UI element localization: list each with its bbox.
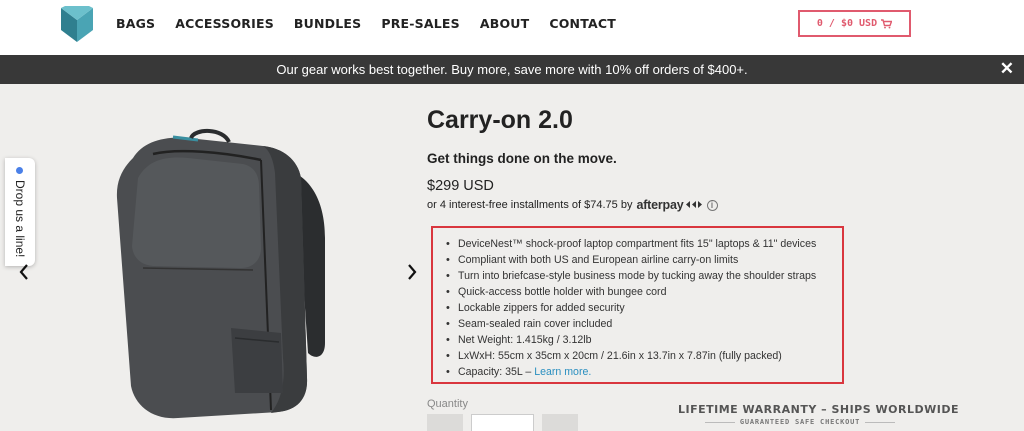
feature-item: LxWxH: 55cm x 35cm x 20cm / 21.6in x 13.… — [443, 348, 832, 364]
nav-about[interactable]: ABOUT — [480, 16, 530, 31]
carousel-prev-arrow-icon[interactable] — [19, 263, 29, 286]
brand-logo[interactable] — [61, 6, 93, 42]
divider-right — [865, 421, 896, 423]
site-header: BAGS ACCESSORIES BUNDLES PRE-SALES ABOUT… — [0, 0, 1024, 55]
feature-item: Quick-access bottle holder with bungee c… — [443, 284, 832, 300]
nav-accessories[interactable]: ACCESSORIES — [175, 16, 274, 31]
features-list: DeviceNest™ shock-proof laptop compartme… — [443, 236, 832, 380]
main-nav: BAGS ACCESSORIES BUNDLES PRE-SALES ABOUT… — [116, 16, 636, 31]
status-dot-icon — [16, 167, 23, 174]
afterpay-label: afterpay — [636, 198, 684, 212]
learn-more-link[interactable]: Learn more. — [534, 366, 591, 378]
feature-item: Seam-sealed rain cover included — [443, 316, 832, 332]
feedback-tab[interactable]: Drop us a line! — [5, 158, 35, 266]
feedback-tab-label: Drop us a line! — [13, 180, 27, 258]
feature-item: Lockable zippers for added security — [443, 300, 832, 316]
safe-checkout-label: GUARANTEED SAFE CHECKOUT — [739, 418, 861, 426]
nav-pre-sales[interactable]: PRE-SALES — [381, 16, 460, 31]
promo-text: Our gear works best together. Buy more, … — [276, 62, 748, 77]
info-icon[interactable]: i — [706, 199, 718, 211]
carousel-next-arrow-icon[interactable] — [407, 263, 417, 286]
close-icon[interactable]: ✕ — [1000, 59, 1014, 79]
installments-text: or 4 interest-free installments of $74.7… — [427, 199, 633, 211]
feature-item: Compliant with both US and European airl… — [443, 252, 832, 268]
nav-bags[interactable]: BAGS — [116, 16, 155, 31]
capacity-text: Capacity: 35L – — [458, 366, 532, 378]
quantity-increment-button[interactable] — [542, 414, 578, 431]
quantity-decrement-button[interactable] — [427, 414, 463, 431]
nav-bundles[interactable]: BUNDLES — [294, 16, 361, 31]
feature-item: DeviceNest™ shock-proof laptop compartme… — [443, 236, 832, 252]
afterpay-arrows-icon — [685, 201, 702, 208]
product-subtitle: Get things done on the move. — [427, 151, 617, 166]
product-image-backpack[interactable] — [103, 128, 343, 423]
quantity-label: Quantity — [427, 398, 468, 410]
cart-label: 0 / $0 USD — [816, 18, 878, 29]
features-list-box: DeviceNest™ shock-proof laptop compartme… — [431, 226, 844, 384]
cart-icon — [881, 18, 893, 28]
cart-button[interactable]: 0 / $0 USD — [798, 10, 911, 37]
product-title: Carry-on 2.0 — [427, 106, 573, 134]
feature-item: Turn into briefcase-style business mode … — [443, 268, 832, 284]
promo-banner: Our gear works best together. Buy more, … — [0, 55, 1024, 84]
feature-item: Net Weight: 1.415kg / 3.12lb — [443, 332, 832, 348]
feature-item-capacity: Capacity: 35L – Learn more. — [443, 364, 832, 380]
installments-line: or 4 interest-free installments of $74.7… — [427, 198, 718, 212]
divider-left — [705, 421, 735, 423]
nav-contact[interactable]: CONTACT — [549, 16, 616, 31]
product-price: $299 USD — [427, 178, 494, 194]
afterpay-logo: afterpay — [636, 198, 702, 212]
safe-checkout: GUARANTEED SAFE CHECKOUT — [705, 418, 896, 426]
warranty-text: LIFETIME WARRANTY – SHIPS WORLDWIDE — [678, 403, 959, 416]
quantity-input[interactable] — [471, 414, 534, 431]
